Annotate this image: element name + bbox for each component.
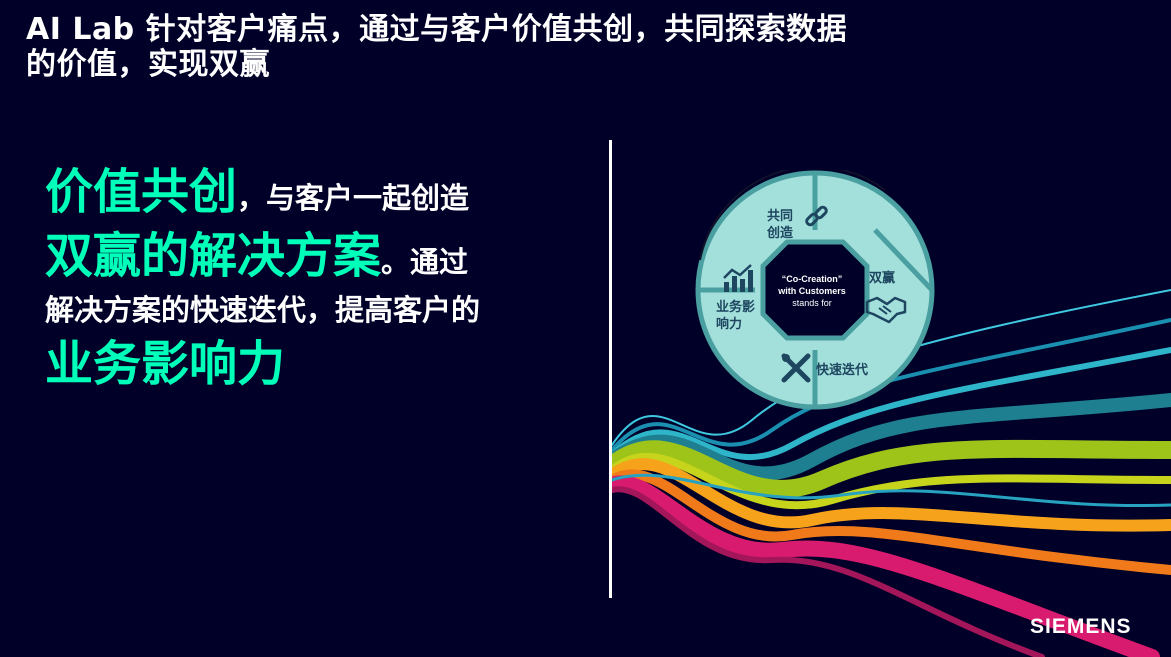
segment-win-win: 双赢 — [869, 271, 896, 286]
statement-text-1: ，与客户一起创造 — [237, 181, 470, 215]
title-line-1: AI Lab 针对客户痛点，通过与客户价值共创，共同探索数据 — [26, 12, 848, 47]
segment-rapid-iteration: 快速迭代 — [816, 363, 869, 378]
highlight-win-win: 双赢的解决方案 — [45, 228, 382, 284]
center-line-1: “Co-Creation” — [781, 274, 843, 284]
tools-icon — [781, 353, 811, 383]
highlight-co-creation: 价值共创 — [45, 164, 238, 220]
chart-icon — [723, 264, 753, 292]
center-line-2: with Customers — [778, 286, 846, 296]
wheel-center-text: “Co-Creation” with Customers stands for — [762, 273, 862, 309]
siemens-logo: SIEMENS — [1030, 615, 1132, 638]
title-line-2: 的价值，实现双赢 — [26, 47, 270, 82]
segment-business-impact: 业务影 响力 — [716, 300, 756, 332]
slide-title: AI Lab 针对客户痛点，通过与客户价值共创，共同探索数据 的价值，实现双赢 — [26, 12, 986, 82]
statement-text-3: 解决方案的快速迭代，提高客户的 — [45, 293, 481, 327]
main-statement: 价值共创，与客户一起创造 双赢的解决方案。通过 解决方案的快速迭代，提高客户的 … — [45, 160, 605, 396]
statement-text-2: 。通过 — [381, 245, 469, 279]
link-icon — [805, 205, 828, 227]
segment-co-create: 共同 创造 — [767, 209, 794, 241]
highlight-business-impact: 业务影响力 — [45, 336, 286, 392]
center-line-3: stands for — [792, 298, 832, 308]
handshake-icon — [865, 296, 907, 324]
